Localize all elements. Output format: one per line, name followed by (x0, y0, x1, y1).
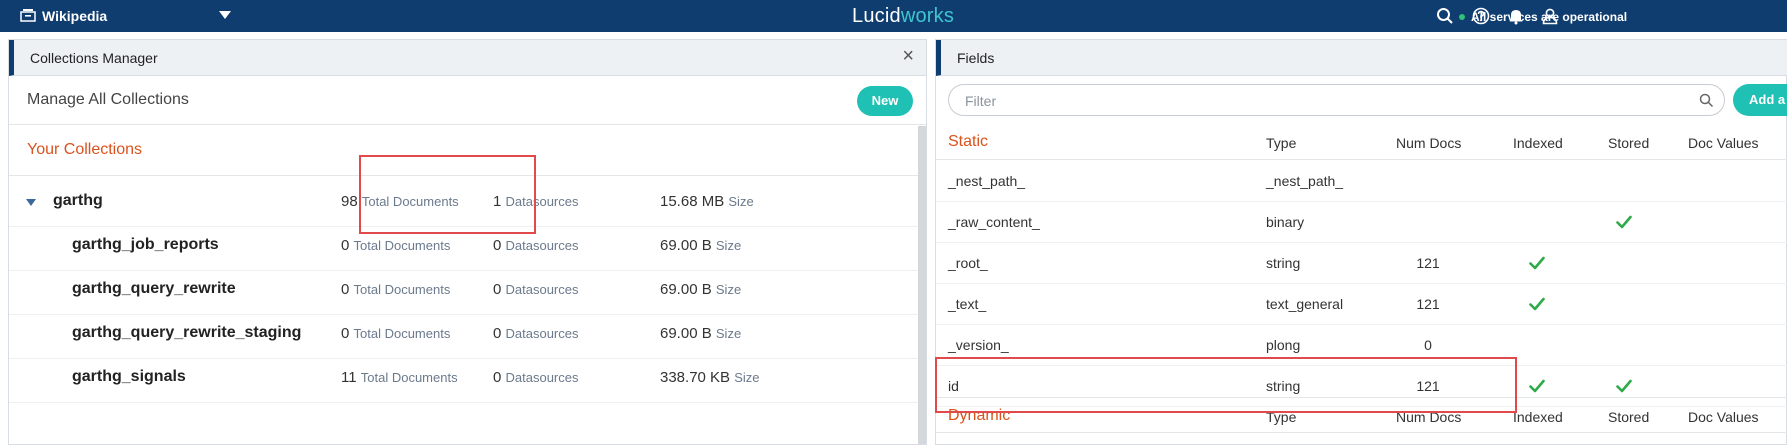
top-navigation-bar: Wikipedia Lucidworks All services are op… (0, 0, 1787, 32)
field-name[interactable]: _nest_path_ (948, 173, 1025, 189)
column-header-num-docs[interactable]: Num Docs (1396, 135, 1461, 151)
collection-row[interactable]: garthg_query_rewrite_staging 0 Total Doc… (9, 309, 918, 359)
collections-manager-panel: Collections Manager × Manage All Collect… (8, 39, 927, 445)
panel-title: Fields (957, 50, 995, 66)
stored-check-icon (1616, 215, 1632, 229)
collection-name[interactable]: garthg_job_reports (72, 236, 219, 254)
collection-size: 338.70 KB Size (660, 369, 760, 386)
panel-title: Collections Manager (30, 50, 158, 66)
highlight-box (359, 155, 536, 234)
collection-name[interactable]: garthg_query_rewrite (72, 280, 236, 298)
column-header-type[interactable]: Type (1266, 135, 1296, 151)
field-name[interactable]: _version_ (948, 337, 1009, 353)
help-icon[interactable] (1472, 7, 1490, 25)
static-fields-header: Static Type Num Docs Indexed Stored Doc … (936, 124, 1787, 160)
field-type: binary (1266, 214, 1305, 230)
collections-scrollbar[interactable] (918, 126, 926, 444)
caret-down-icon[interactable] (26, 199, 36, 206)
user-icon[interactable] (1541, 7, 1559, 25)
collection-size: 69.00 B Size (660, 325, 742, 342)
panel-header: Collections Manager × (9, 40, 926, 76)
datasources-count: 0 Datasources (493, 369, 579, 386)
section-title: Static (948, 133, 989, 150)
field-type: _nest_path_ (1266, 173, 1344, 189)
add-field-button[interactable]: Add a Fi (1733, 84, 1787, 116)
column-header-doc-values[interactable]: Doc Values (1688, 135, 1759, 151)
field-type: plong (1266, 337, 1301, 353)
brand-logo: Lucidworks (852, 5, 955, 27)
highlight-box (935, 357, 1517, 413)
section-title: Your Collections (27, 141, 143, 158)
field-name[interactable]: _root_ (948, 255, 988, 271)
indexed-check-icon (1529, 297, 1545, 311)
collection-name[interactable]: garthg_query_rewrite_staging (72, 324, 301, 342)
field-row[interactable]: _root_ string 121 (936, 243, 1787, 284)
search-icon[interactable] (1699, 93, 1714, 108)
field-num-docs: 121 (1416, 255, 1440, 271)
close-icon[interactable]: × (902, 46, 914, 66)
collection-name[interactable]: garthg_signals (72, 368, 186, 386)
column-header-indexed[interactable]: Indexed (1513, 135, 1563, 151)
field-type: string (1266, 255, 1301, 271)
collection-size: 69.00 B Size (660, 237, 742, 254)
bell-icon[interactable] (1507, 7, 1525, 25)
datasources-count: 0 Datasources (493, 237, 579, 254)
total-documents: 0 Total Documents (341, 281, 451, 298)
total-documents: 0 Total Documents (341, 237, 451, 254)
column-header-stored[interactable]: Stored (1608, 409, 1649, 425)
column-header-stored[interactable]: Stored (1608, 135, 1649, 151)
field-name[interactable]: _text_ (948, 296, 986, 312)
panel-header: Fields (936, 40, 1787, 76)
manage-title: Manage All Collections (27, 91, 189, 108)
total-documents: 0 Total Documents (341, 325, 451, 342)
field-num-docs: 121 (1416, 296, 1440, 312)
new-collection-button[interactable]: New (857, 86, 913, 116)
field-type: text_general (1266, 296, 1344, 312)
search-icon[interactable] (1436, 7, 1454, 25)
collection-row[interactable]: garthg_signals 11 Total Documents 0 Data… (9, 353, 918, 403)
field-name[interactable]: _raw_content_ (948, 214, 1040, 230)
field-row[interactable]: _raw_content_ binary (936, 202, 1787, 243)
datasources-count: 0 Datasources (493, 281, 579, 298)
chevron-down-icon[interactable] (219, 11, 231, 19)
collections-icon (20, 9, 36, 22)
filter-placeholder: Filter (965, 93, 997, 109)
status-indicator-icon (1459, 14, 1465, 20)
filter-input[interactable]: Filter (948, 84, 1725, 116)
app-selector-label[interactable]: Wikipedia (42, 8, 107, 24)
stored-check-icon (1616, 379, 1632, 393)
collection-size: 15.68 MB Size (660, 193, 754, 210)
total-documents: 11 Total Documents (341, 369, 458, 386)
collection-name[interactable]: garthg (53, 192, 103, 210)
column-header-indexed[interactable]: Indexed (1513, 409, 1563, 425)
field-row[interactable]: _nest_path_ _nest_path_ (936, 161, 1787, 202)
indexed-check-icon (1529, 379, 1545, 393)
manage-collections-header: Manage All Collections New (9, 77, 926, 125)
datasources-count: 0 Datasources (493, 325, 579, 342)
field-row[interactable]: _text_ text_general 121 (936, 284, 1787, 325)
column-header-doc-values[interactable]: Doc Values (1688, 409, 1759, 425)
collection-size: 69.00 B Size (660, 281, 742, 298)
field-num-docs: 0 (1424, 337, 1432, 353)
collection-row[interactable]: garthg_query_rewrite 0 Total Documents 0… (9, 265, 918, 315)
indexed-check-icon (1529, 256, 1545, 270)
